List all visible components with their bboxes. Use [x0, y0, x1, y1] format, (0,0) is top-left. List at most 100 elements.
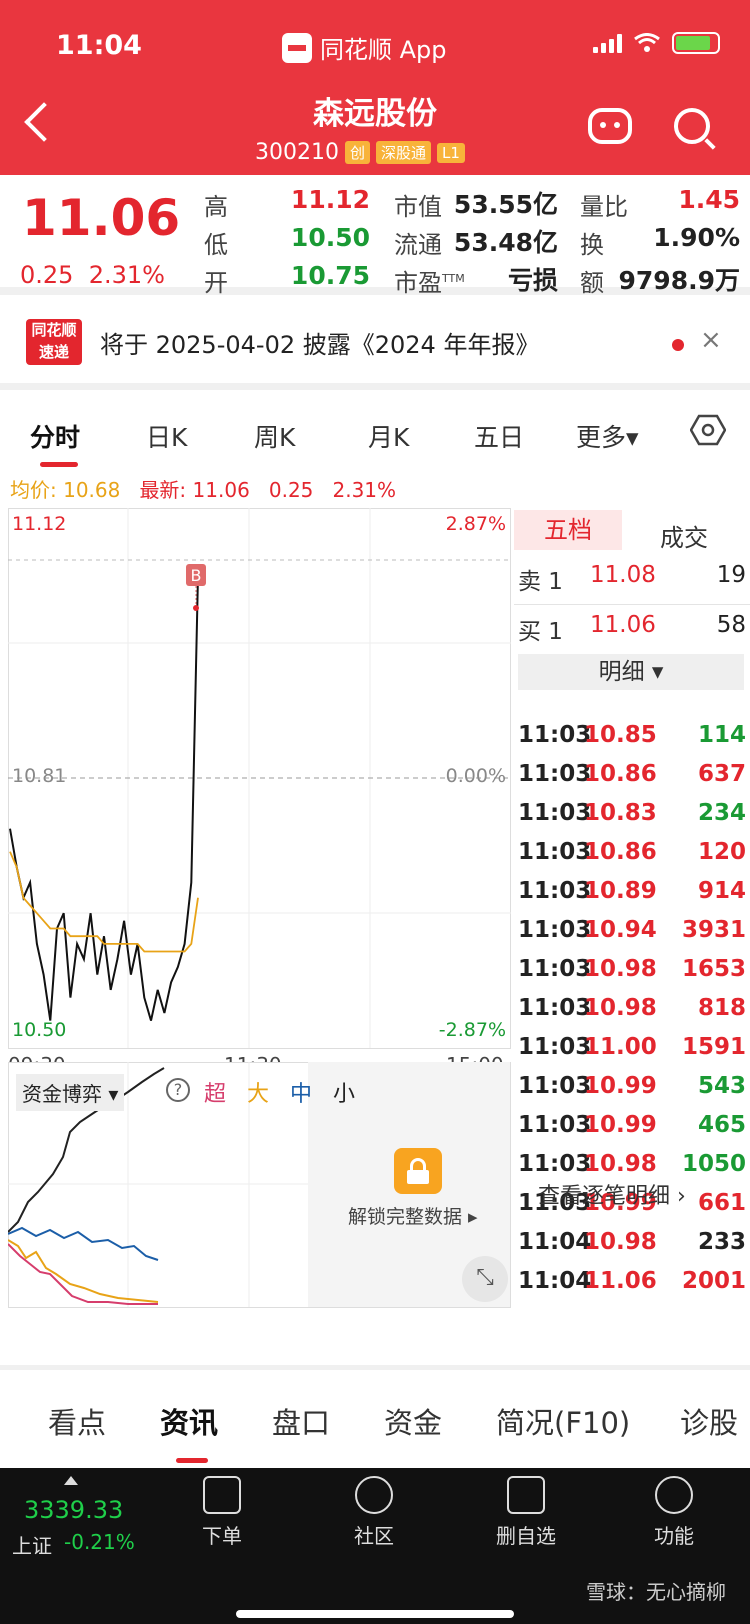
tab-depth[interactable]: 盘口	[272, 1400, 330, 1442]
tab-five-day[interactable]: 五日	[474, 418, 524, 454]
status-icons	[593, 32, 720, 54]
unread-dot	[672, 339, 684, 351]
turnover-value: 1.90%	[653, 223, 740, 252]
period-tabs: 分时 日K 周K 月K 五日 更多▾	[0, 390, 750, 468]
nav-order[interactable]: 下单	[172, 1476, 272, 1549]
volume-ratio-value: 1.45	[678, 185, 740, 214]
tab-more[interactable]: 更多▾	[576, 418, 639, 454]
settings-hexagon-icon[interactable]	[690, 414, 726, 446]
app-indicator[interactable]: 同花顺 App	[282, 30, 447, 65]
trade-row: 11:03 10.94 3931	[518, 917, 746, 943]
capital-game-selector[interactable]: 资金博弈 ▾	[16, 1074, 125, 1111]
close-icon[interactable]: ×	[700, 325, 722, 355]
open-label: 开	[204, 269, 228, 297]
tab-trades[interactable]: 成交	[660, 518, 708, 553]
trade-row: 11:03 10.85 114	[518, 722, 746, 748]
tab-highlights[interactable]: 看点	[48, 1400, 106, 1442]
amount-label: 额	[580, 269, 604, 297]
tab-diagnosis[interactable]: 诊股	[680, 1400, 738, 1442]
high-value: 11.12	[290, 185, 370, 214]
tab-underline	[176, 1458, 208, 1463]
index-name: 上证	[12, 1534, 52, 1558]
tab-daily-k[interactable]: 日K	[146, 418, 187, 454]
bottom-nav: 3339.33 上证 -0.21% 下单 社区 删自选 功能 雪球：无心摘柳	[0, 1468, 750, 1624]
tab-news[interactable]: 资讯	[160, 1400, 218, 1442]
turnover-label: 换	[580, 231, 604, 259]
chart-top-price: 11.12	[12, 513, 66, 535]
low-label: 低	[204, 231, 228, 259]
tab-funds[interactable]: 资金	[384, 1400, 442, 1442]
nav-remove-watchlist[interactable]: 删自选	[476, 1476, 576, 1549]
search-icon[interactable]	[674, 108, 710, 144]
avg-price-line: 均价: 10.68 最新: 11.06 0.25 2.31%	[10, 478, 397, 502]
float-label: 流通	[394, 231, 442, 259]
nav-functions[interactable]: 功能	[624, 1476, 724, 1549]
badge-chuang: 创	[344, 141, 370, 164]
buy-marker-label: B	[191, 566, 202, 585]
view-all-trades-link[interactable]: 查看逐笔明细 ›	[538, 1178, 686, 1210]
detail-dropdown[interactable]: 明细 ▾	[518, 654, 744, 690]
home-indicator[interactable]	[236, 1610, 514, 1618]
community-star-icon	[355, 1476, 393, 1514]
lock-icon[interactable]	[394, 1148, 442, 1194]
chart-top-pct: 2.87%	[446, 513, 506, 535]
capital-legend: 超 大 中 小	[204, 1082, 356, 1107]
notice-banner[interactable]: 同花顺 速递 将于 2025-04-02 披露《2024 年年报》 ×	[0, 295, 750, 383]
trade-row: 11:03 10.86 120	[518, 839, 746, 865]
current-price: 11.06	[22, 189, 181, 247]
app-logo-icon	[282, 32, 312, 63]
stock-code-row: 300210 创 深股通 L1	[255, 140, 465, 165]
stock-code: 300210	[255, 140, 339, 165]
nav-community[interactable]: 社区	[324, 1476, 424, 1549]
sell1-row: 卖 1 11.08 19	[518, 562, 746, 595]
pe-value: 亏损	[507, 266, 558, 295]
tab-underline	[40, 462, 78, 467]
app-name-label: 同花顺 App	[320, 36, 447, 64]
status-time: 11:04	[56, 30, 142, 61]
trade-row: 11:04 11.06 2001	[518, 1268, 746, 1294]
order-doc-icon	[203, 1476, 241, 1514]
unlock-data-link[interactable]: 解锁完整数据 ▸	[348, 1202, 478, 1229]
help-icon[interactable]: ?	[166, 1078, 190, 1102]
price-change: 0.25 2.31%	[20, 261, 165, 289]
tab-five-level[interactable]: 五档	[514, 510, 622, 550]
trade-row: 11:03 10.99 465	[518, 1112, 746, 1138]
float-value: 53.48亿	[453, 228, 558, 257]
intraday-chart[interactable]: 11.12 2.87% 10.81 0.00% 10.50 -2.87% 09:…	[8, 508, 511, 1108]
wifi-icon	[634, 33, 660, 52]
trade-row: 11:03 10.89 914	[518, 878, 746, 904]
index-change: -0.21%	[64, 1530, 135, 1554]
open-value: 10.75	[290, 261, 370, 290]
mcap-label: 市值	[394, 193, 442, 221]
badge-sgt: 深股通	[376, 141, 432, 164]
chart-bottom-price: 10.50	[12, 1019, 66, 1041]
header-bar: 11:04 同花顺 App 森远股份 300210 创 深股通 L1	[0, 0, 750, 175]
index-value[interactable]: 3339.33	[24, 1496, 123, 1524]
info-tabs: 看点 资讯 盘口 资金 简况(F10) 诊股	[0, 1370, 750, 1468]
tab-monthly-k[interactable]: 月K	[368, 418, 409, 454]
trade-row: 11:03 10.98 1653	[518, 956, 746, 982]
trade-row: 11:03 10.99 543	[518, 1073, 746, 1099]
stock-name: 森远股份	[313, 96, 437, 132]
amount-value: 9798.9万	[618, 266, 740, 295]
minus-square-icon	[507, 1476, 545, 1514]
robot-assistant-icon[interactable]	[588, 108, 632, 144]
expand-icon[interactable]: ⤡	[462, 1256, 508, 1302]
notice-text[interactable]: 将于 2025-04-02 披露《2024 年年报》	[100, 325, 539, 360]
trade-row: 11:03 10.83 234	[518, 800, 746, 826]
tab-weekly-k[interactable]: 周K	[254, 418, 295, 454]
volume-ratio-label: 量比	[580, 193, 628, 221]
tab-f10[interactable]: 简况(F10)	[496, 1400, 630, 1442]
watermark: 雪球：无心摘柳	[586, 1580, 726, 1604]
order-book: 五档 成交 卖 1 11.08 19 买 1 11.06 58 明细 ▾ 11:…	[514, 508, 750, 1294]
chart-mid-pct: 0.00%	[446, 765, 506, 787]
low-value: 10.50	[290, 223, 370, 252]
trade-row: 11:03 11.00 1591	[518, 1034, 746, 1060]
pe-label: 市盈TTM	[394, 269, 465, 297]
chart-bottom-pct: -2.87%	[439, 1019, 506, 1041]
tab-intraday[interactable]: 分时	[30, 418, 80, 454]
trade-row: 11:03 10.98 818	[518, 995, 746, 1021]
index-expand-icon[interactable]	[64, 1476, 78, 1485]
high-label: 高	[204, 193, 228, 221]
trade-row: 11:03 10.86 637	[518, 761, 746, 787]
